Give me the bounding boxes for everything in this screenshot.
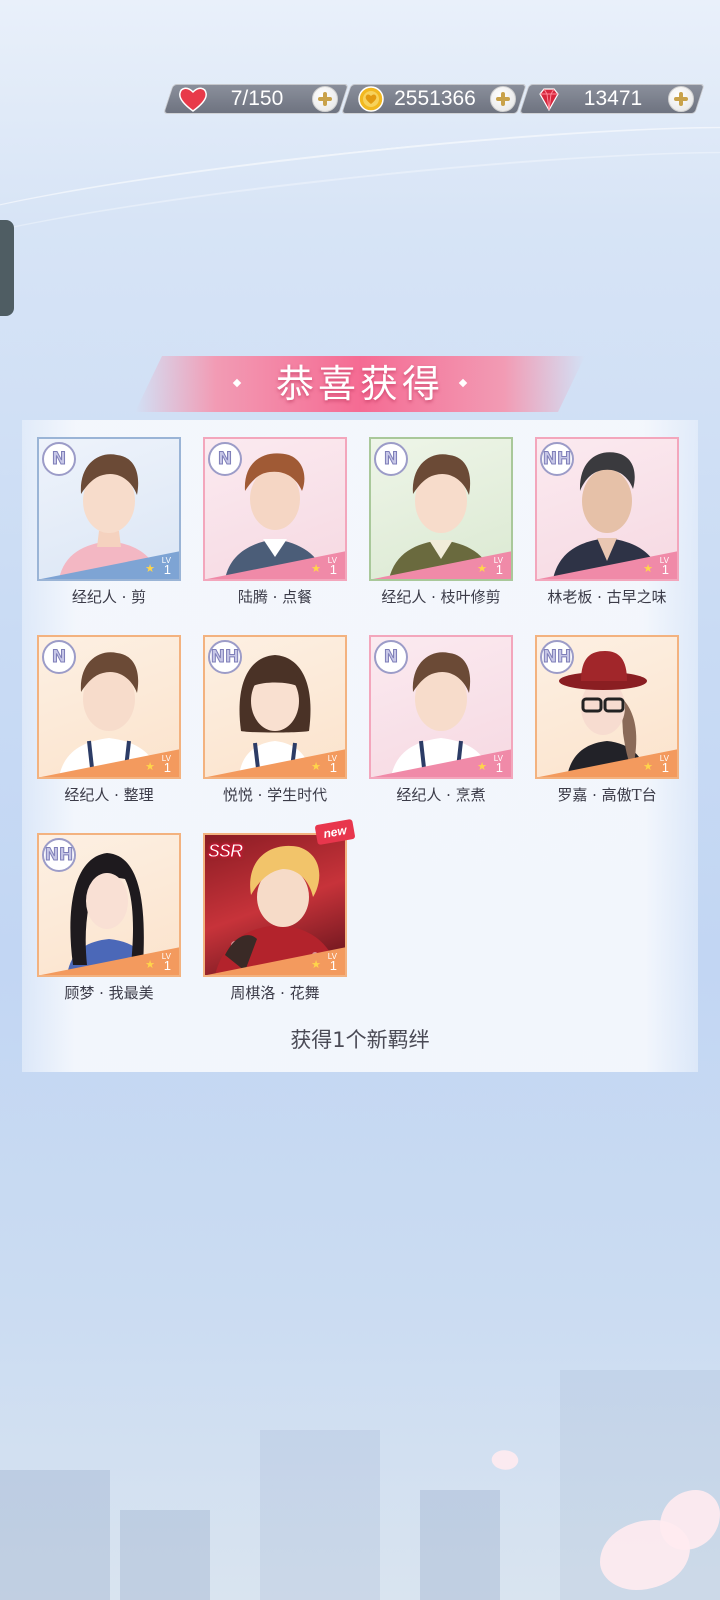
card-name: 悦悦 · 学生时代 bbox=[222, 786, 328, 804]
card-name: 周棋洛 · 花舞 bbox=[230, 984, 320, 1002]
card-level: 1 bbox=[495, 760, 503, 775]
reward-card[interactable]: SSR ★ LV 1 周棋洛 · 花舞 bbox=[203, 833, 347, 1002]
card-level: 1 bbox=[329, 958, 337, 973]
card-name: 经纪人 · 枝叶修剪 bbox=[381, 588, 501, 606]
star-icon: ★ bbox=[643, 562, 653, 575]
coin-value: 2551366 bbox=[394, 87, 476, 110]
rarity-badge: NH bbox=[208, 640, 242, 674]
card-level: 1 bbox=[163, 562, 171, 577]
coin-counter: 2551366 bbox=[341, 84, 527, 114]
star-icon: ★ bbox=[477, 760, 487, 773]
card-name: 经纪人 · 剪 bbox=[71, 588, 147, 606]
reward-title: 恭喜获得 bbox=[275, 362, 444, 406]
card-level: 1 bbox=[163, 760, 171, 775]
petal-decoration bbox=[489, 1446, 521, 1474]
rarity-badge: NH bbox=[42, 838, 76, 872]
reward-card[interactable]: NH ★ LV 1 林老板 · 古早之味 bbox=[535, 437, 679, 606]
diamond-counter: 13471 bbox=[519, 84, 705, 114]
diamond-value: 13471 bbox=[583, 87, 643, 110]
reward-card[interactable]: N ★ LV 1 经纪人 · 枝叶修剪 bbox=[369, 437, 513, 606]
rarity-badge: N bbox=[42, 640, 76, 674]
card-name: 陆腾 · 点餐 bbox=[237, 588, 313, 606]
star-icon: ★ bbox=[145, 760, 155, 773]
add-stamina-button[interactable] bbox=[312, 86, 338, 112]
reward-card[interactable]: N ★ LV 1 陆腾 · 点餐 bbox=[203, 437, 347, 606]
star-icon: ★ bbox=[311, 562, 321, 575]
rarity-badge: N bbox=[208, 442, 242, 476]
card-level: 1 bbox=[329, 760, 337, 775]
card-level: 1 bbox=[329, 562, 337, 577]
add-diamonds-button[interactable] bbox=[668, 86, 694, 112]
city-silhouette bbox=[0, 1470, 110, 1600]
card-name: 经纪人 · 整理 bbox=[64, 786, 154, 804]
card-level: 1 bbox=[495, 562, 503, 577]
side-drawer-handle[interactable] bbox=[0, 220, 14, 316]
star-icon: ★ bbox=[311, 958, 321, 971]
star-icon: ★ bbox=[311, 760, 321, 773]
card-level: 1 bbox=[661, 562, 669, 577]
reward-card[interactable]: NH ★ LV 1 顾梦 · 我最美 bbox=[37, 833, 181, 1002]
reward-card[interactable]: N ★ LV 1 经纪人 · 烹煮 bbox=[369, 635, 513, 804]
add-coins-button[interactable] bbox=[490, 86, 516, 112]
rarity-badge: N bbox=[374, 442, 408, 476]
star-icon: ★ bbox=[643, 760, 653, 773]
rarity-badge: SSR bbox=[207, 841, 243, 862]
reward-card[interactable]: N ★ LV 1 经纪人 · 剪 bbox=[37, 437, 181, 606]
card-name: 林老板 · 古早之味 bbox=[547, 588, 667, 606]
red-diamond-icon bbox=[539, 88, 559, 112]
city-silhouette bbox=[420, 1490, 500, 1600]
reward-card[interactable]: NH ★ LV 1 罗嘉 · 高傲T台 bbox=[535, 635, 679, 804]
star-icon: ★ bbox=[477, 562, 487, 575]
heart-icon bbox=[179, 87, 207, 112]
rarity-badge: N bbox=[42, 442, 76, 476]
card-level: 1 bbox=[661, 760, 669, 775]
reward-card[interactable]: NH ★ LV 1 悦悦 · 学生时代 bbox=[203, 635, 347, 804]
card-level: 1 bbox=[163, 958, 171, 973]
rarity-badge: N bbox=[374, 640, 408, 674]
stamina-counter: 7/150 bbox=[163, 84, 349, 114]
card-name: 罗嘉 · 高傲T台 bbox=[557, 786, 657, 804]
gold-coin-icon bbox=[358, 86, 384, 112]
star-icon: ★ bbox=[145, 958, 155, 971]
rarity-badge: NH bbox=[540, 640, 574, 674]
card-name: 顾梦 · 我最美 bbox=[64, 984, 154, 1002]
city-silhouette bbox=[120, 1510, 210, 1600]
star-icon: ★ bbox=[145, 562, 155, 575]
stamina-value: 7/150 bbox=[230, 87, 284, 110]
card-name: 经纪人 · 烹煮 bbox=[396, 786, 486, 804]
city-silhouette bbox=[260, 1430, 380, 1600]
rarity-badge: NH bbox=[540, 442, 574, 476]
reward-card[interactable]: N ★ LV 1 经纪人 · 整理 bbox=[37, 635, 181, 804]
new-bond-message: 获得1个新羁绊 bbox=[290, 1028, 430, 1052]
